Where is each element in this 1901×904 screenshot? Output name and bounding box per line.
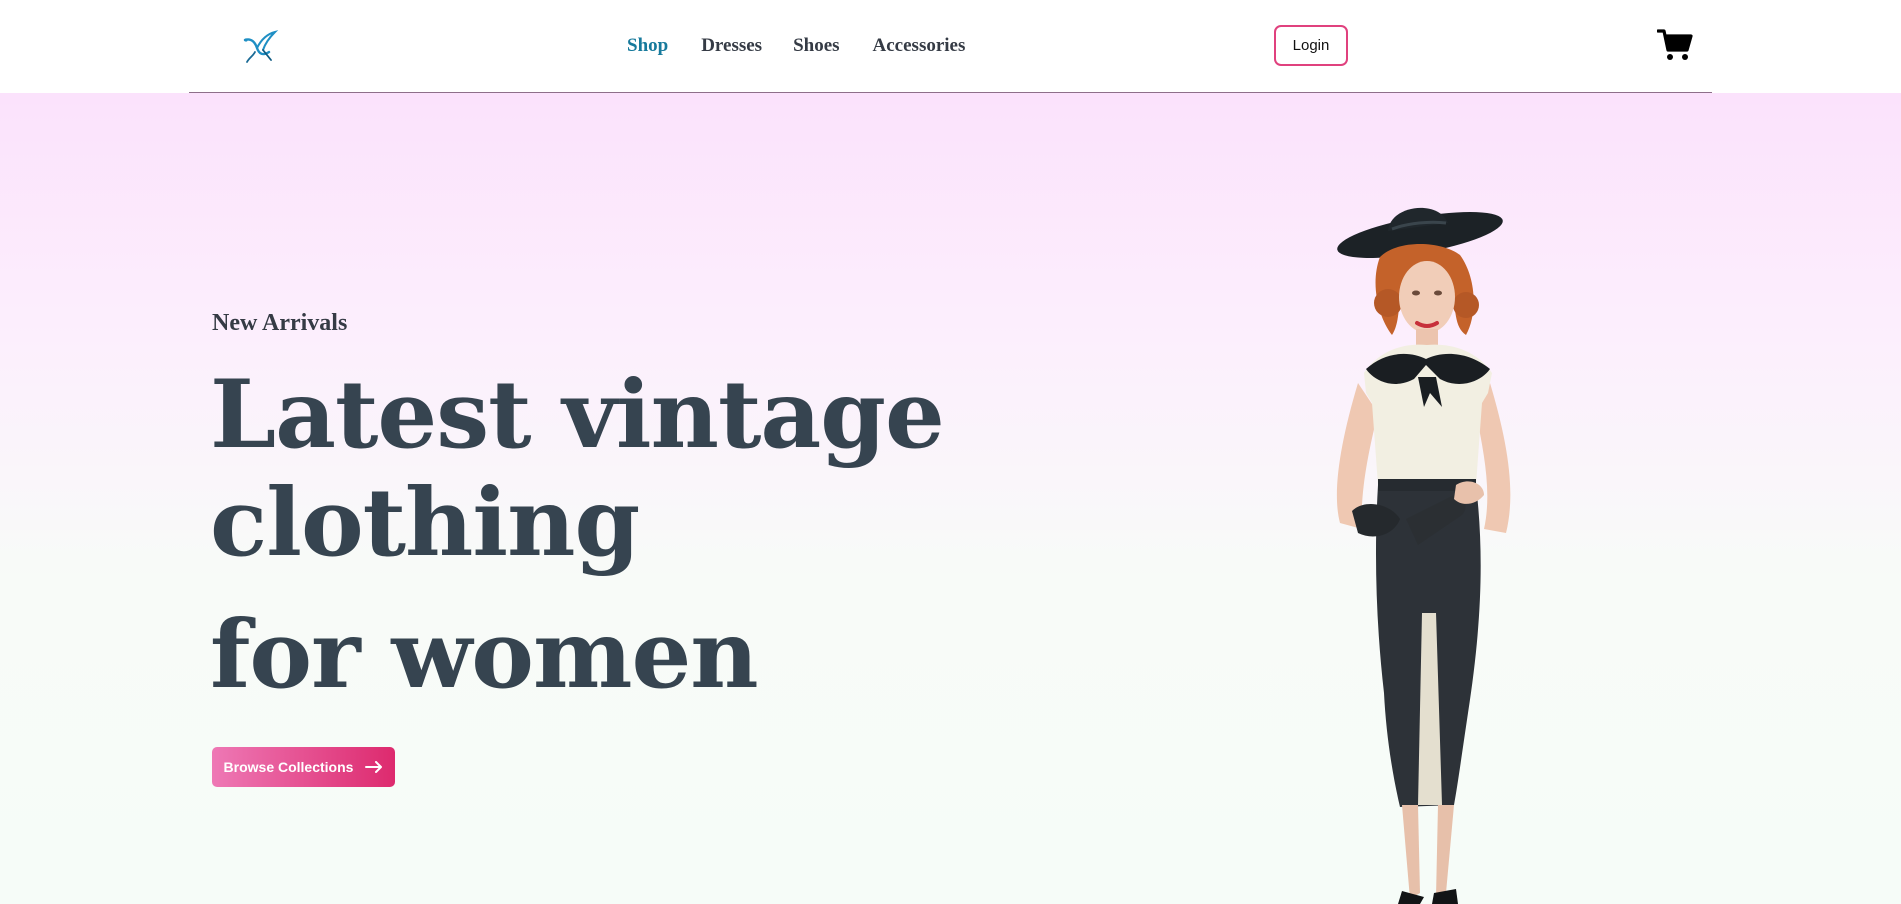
headline-line-1: Latest vintage xyxy=(210,360,945,470)
headline-line-2: clothing xyxy=(210,468,640,578)
browse-collections-label: Browse Collections xyxy=(223,759,354,775)
hummingbird-logo-icon[interactable] xyxy=(237,26,281,66)
shopping-cart-icon[interactable] xyxy=(1656,28,1693,62)
nav-shop[interactable]: Shop xyxy=(627,33,668,59)
headline-line-3: for women xyxy=(210,600,759,710)
browse-collections-button[interactable]: Browse Collections xyxy=(212,747,395,787)
hero-section: New Arrivals Latest vintage clothing for… xyxy=(0,93,1901,904)
vintage-dress-model-image xyxy=(1270,193,1560,904)
site-header: Shop Dresses Shoes Accessories Login xyxy=(0,0,1901,93)
main-nav: Shop Dresses Shoes Accessories xyxy=(627,33,965,59)
nav-shoes[interactable]: Shoes xyxy=(793,33,839,59)
hero-eyebrow: New Arrivals xyxy=(212,310,348,336)
login-button[interactable]: Login xyxy=(1274,25,1348,66)
nav-accessories[interactable]: Accessories xyxy=(873,33,966,59)
arrow-right-icon xyxy=(365,761,383,773)
hero-headline: Latest vintage clothing for women xyxy=(210,361,1050,709)
nav-dresses[interactable]: Dresses xyxy=(701,33,762,59)
